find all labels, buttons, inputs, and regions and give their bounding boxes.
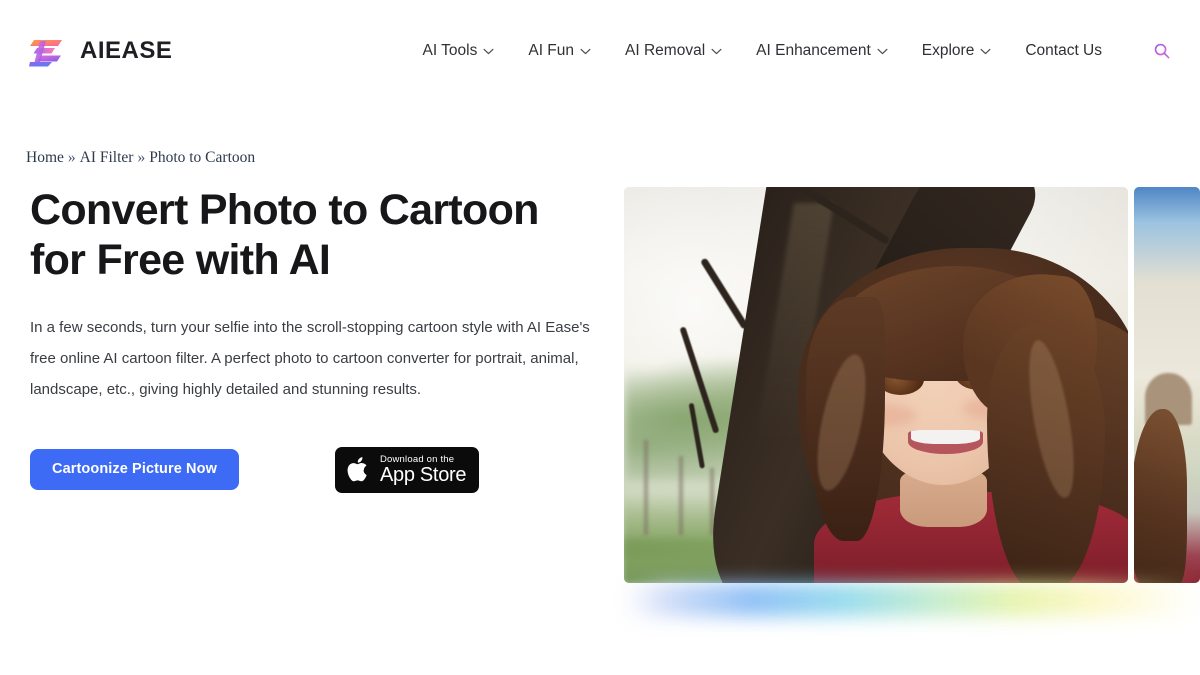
scene-distant-trunk <box>679 456 684 536</box>
nav-item-contact-us[interactable]: Contact Us <box>1025 42 1102 60</box>
nav-item-ai-tools[interactable]: AI Tools <box>423 42 495 60</box>
chevron-down-icon <box>711 48 722 54</box>
breadcrumb: Home» AI Filter» Photo to Cartoon <box>26 149 255 167</box>
page-title-line-2: for Free with AI <box>30 236 331 285</box>
app-store-big-label: App Store <box>379 463 467 486</box>
chevron-down-icon <box>580 48 591 54</box>
brand-name: AIEASE <box>80 37 173 64</box>
page-title: Convert Photo to Cartoon for Free with A… <box>30 185 605 286</box>
breadcrumb-ai-filter[interactable]: AI Filter <box>80 149 134 166</box>
breadcrumb-home[interactable]: Home <box>26 149 64 166</box>
nav-item-ai-enhancement[interactable]: AI Enhancement <box>756 42 888 60</box>
nav-item-label: AI Tools <box>422 42 478 59</box>
breadcrumb-separator: » <box>137 149 146 166</box>
app-store-badge[interactable]: Download on the App Store <box>334 446 480 493</box>
brand-logo[interactable]: AIEASE <box>28 35 172 67</box>
chevron-down-icon <box>877 48 888 54</box>
main-navigation: AI Tools AI Fun AI Removal AI Enhancemen… <box>423 39 1181 63</box>
hero-description: In a few seconds, turn your selfie into … <box>30 318 590 398</box>
nav-item-ai-fun[interactable]: AI Fun <box>528 42 591 60</box>
cartoonize-picture-button[interactable]: Cartoonize Picture Now <box>30 449 239 491</box>
breadcrumb-separator: » <box>67 149 76 166</box>
breadcrumb-current: Photo to Cartoon <box>149 149 256 166</box>
apple-logo-icon <box>347 457 367 482</box>
character-teeth <box>911 429 980 444</box>
search-icon <box>1154 43 1170 59</box>
hero-gradient-glow <box>624 583 1200 617</box>
character-mouth <box>908 429 983 455</box>
nav-item-label: AI Enhancement <box>756 42 871 59</box>
hero-media-gallery <box>624 187 1200 583</box>
hero-content: Convert Photo to Cartoon for Free with A… <box>30 185 605 493</box>
scene-distant-trunk <box>644 440 649 536</box>
nav-item-label: AI Removal <box>625 42 706 59</box>
hero-image-main[interactable] <box>624 187 1128 583</box>
chevron-down-icon <box>483 48 494 54</box>
secondary-scene-hair <box>1134 408 1187 583</box>
scene-character <box>790 235 1128 583</box>
aiease-gradient-e-logo-icon <box>29 40 62 67</box>
page-root: AIEASE AI Tools AI Fun AI Removal AI Enh… <box>0 0 1200 675</box>
nav-item-label: AI Fun <box>528 42 575 59</box>
hero-actions: Cartoonize Picture Now Download on the A… <box>30 446 605 493</box>
nav-item-label: Contact Us <box>1025 42 1102 59</box>
nav-item-label: Explore <box>921 42 975 59</box>
site-header: AIEASE AI Tools AI Fun AI Removal AI Enh… <box>0 0 1200 140</box>
page-title-line-1: Convert Photo to Cartoon <box>30 186 539 234</box>
hero-image-secondary[interactable] <box>1134 187 1200 583</box>
chevron-down-icon <box>980 48 991 54</box>
app-store-label-group: Download on the App Store <box>379 454 467 486</box>
nav-item-explore[interactable]: Explore <box>922 42 992 60</box>
nav-item-ai-removal[interactable]: AI Removal <box>625 42 722 60</box>
search-button[interactable] <box>1150 39 1174 63</box>
